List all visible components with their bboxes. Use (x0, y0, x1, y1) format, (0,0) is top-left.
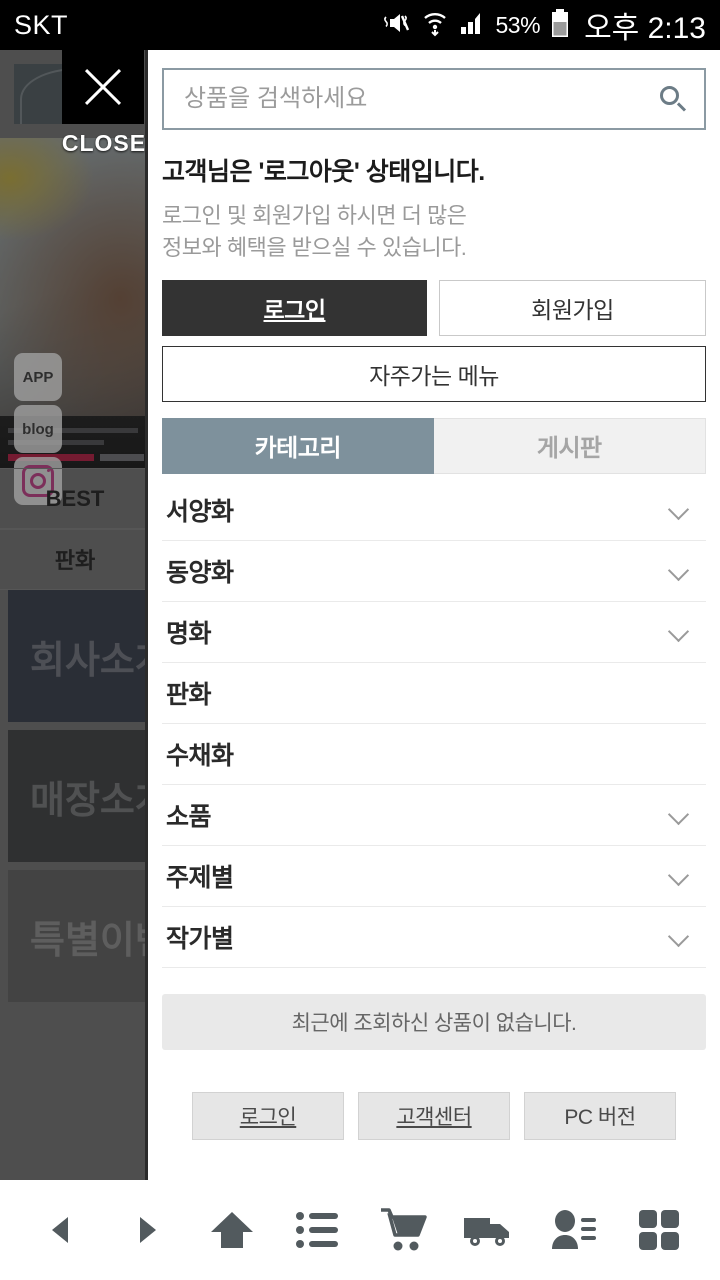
back-icon[interactable] (30, 1199, 92, 1261)
panel-footer-buttons: 로그인 고객센터 PC 버전 (162, 1091, 706, 1140)
category-row-jakgabyeol[interactable]: 작가별 (162, 907, 706, 968)
close-menu-button[interactable] (62, 50, 144, 124)
account-status-desc: 로그인 및 회원가입 하시면 더 많은 정보와 혜택을 받으실 수 있습니다. (162, 200, 706, 264)
search-box[interactable] (162, 68, 706, 130)
footer-pc-version-button[interactable]: PC 버전 (524, 1091, 676, 1140)
footer-customer-center-button[interactable]: 고객센터 (358, 1091, 510, 1140)
side-menu-panel: 고객님은 '로그아웃' 상태입니다. 로그인 및 회원가입 하시면 더 많은 정… (145, 50, 720, 1180)
background-nav-best-label: BEST (45, 486, 105, 511)
tab-category[interactable]: 카테고리 (162, 417, 434, 474)
category-label: 서양화 (166, 497, 234, 526)
background-page: APP blog BEST 판화 회사소개 매장소개 특별이벤트 CLOSE (0, 50, 150, 1180)
favorite-menu-button[interactable]: 자주가는 메뉴 (162, 345, 706, 402)
chevron-down-icon[interactable] (670, 500, 690, 520)
status-bar: SKT 53% 오후 2:13 (0, 0, 720, 50)
category-label: 동양화 (166, 558, 234, 587)
cart-icon[interactable] (372, 1199, 434, 1261)
category-label: 주제별 (166, 863, 234, 892)
category-row-sopum[interactable]: 소품 (162, 785, 706, 846)
battery-icon (551, 8, 569, 43)
category-label: 소품 (166, 802, 212, 831)
list-icon[interactable] (286, 1199, 348, 1261)
chevron-down-icon[interactable] (670, 561, 690, 581)
home-up-arrow-icon[interactable] (201, 1199, 263, 1261)
background-nav-best[interactable]: BEST (0, 468, 150, 530)
account-desc-line-1: 로그인 및 회원가입 하시면 더 많은 (162, 203, 467, 228)
background-card-store-label: 매장소개 (30, 779, 150, 822)
category-label: 작가별 (166, 924, 234, 953)
account-desc-line-2: 정보와 혜택을 받으실 수 있습니다. (162, 234, 467, 260)
login-button[interactable]: 로그인 (162, 279, 427, 336)
chevron-down-icon[interactable] (670, 866, 690, 886)
background-card-store[interactable]: 매장소개 (8, 730, 150, 862)
close-label: CLOSE (61, 130, 147, 156)
bottom-nav-bar (0, 1180, 720, 1280)
chevron-down-icon[interactable] (670, 805, 690, 825)
category-label: 명화 (166, 619, 212, 648)
category-label: 수채화 (166, 741, 234, 770)
chevron-down-icon[interactable] (670, 622, 690, 642)
blog-shortcut-button[interactable]: blog (14, 405, 62, 453)
category-row-seoyanghwa[interactable]: 서양화 (162, 480, 706, 541)
carrier-label: SKT (14, 9, 69, 40)
category-label: 판화 (166, 680, 212, 709)
blog-shortcut-label: blog (22, 420, 54, 438)
search-input[interactable] (182, 84, 660, 114)
account-status-title: 고객님은 '로그아웃' 상태입니다. (162, 158, 485, 186)
my-page-person-icon[interactable] (543, 1199, 605, 1261)
background-nav-panhwa[interactable]: 판화 (0, 528, 150, 590)
panel-tabs: 카테고리 게시판 (162, 417, 706, 474)
grid-menu-icon[interactable] (628, 1199, 690, 1261)
wifi-icon (422, 9, 448, 42)
category-row-myeonghwa[interactable]: 명화 (162, 602, 706, 663)
app-shortcut-label: APP (22, 368, 54, 386)
app-root: SKT 53% 오후 2:13 APP blog BEST 판화 회사소 매장소… (0, 0, 720, 1280)
background-nav-panhwa-label: 판화 (54, 548, 96, 573)
category-row-dongyanghwa[interactable]: 동양화 (162, 541, 706, 602)
category-list: 서양화 동양화 명화 판화 수채화 소품 주제별 작가별 (162, 480, 706, 968)
signal-icon (459, 10, 485, 41)
mute-icon (381, 10, 411, 41)
chevron-down-icon[interactable] (670, 927, 690, 947)
delivery-truck-icon[interactable] (457, 1199, 519, 1261)
status-icons: 53% 오후 2:13 (381, 3, 706, 47)
background-card-company[interactable]: 회사소개 (8, 590, 150, 722)
clock-label: 오후 2:13 (584, 12, 706, 45)
account-button-row: 로그인 회원가입 (162, 279, 706, 336)
category-row-panhwa[interactable]: 판화 (162, 663, 706, 724)
forward-icon[interactable] (115, 1199, 177, 1261)
battery-percent-label: 53% (495, 11, 541, 38)
recent-products-notice: 최근에 조회하신 상품이 없습니다. (162, 993, 706, 1050)
footer-login-button[interactable]: 로그인 (192, 1091, 344, 1140)
background-card-event-label: 특별이벤트 (30, 919, 150, 962)
category-row-suchaehwa[interactable]: 수채화 (162, 724, 706, 785)
background-card-event[interactable]: 특별이벤트 (8, 870, 150, 1002)
search-icon[interactable] (660, 86, 686, 112)
category-row-jujebyeol[interactable]: 주제별 (162, 846, 706, 907)
background-card-company-label: 회사소개 (30, 639, 150, 682)
signup-button[interactable]: 회원가입 (439, 279, 706, 336)
tab-board[interactable]: 게시판 (433, 417, 706, 474)
app-shortcut-button[interactable]: APP (14, 353, 62, 401)
